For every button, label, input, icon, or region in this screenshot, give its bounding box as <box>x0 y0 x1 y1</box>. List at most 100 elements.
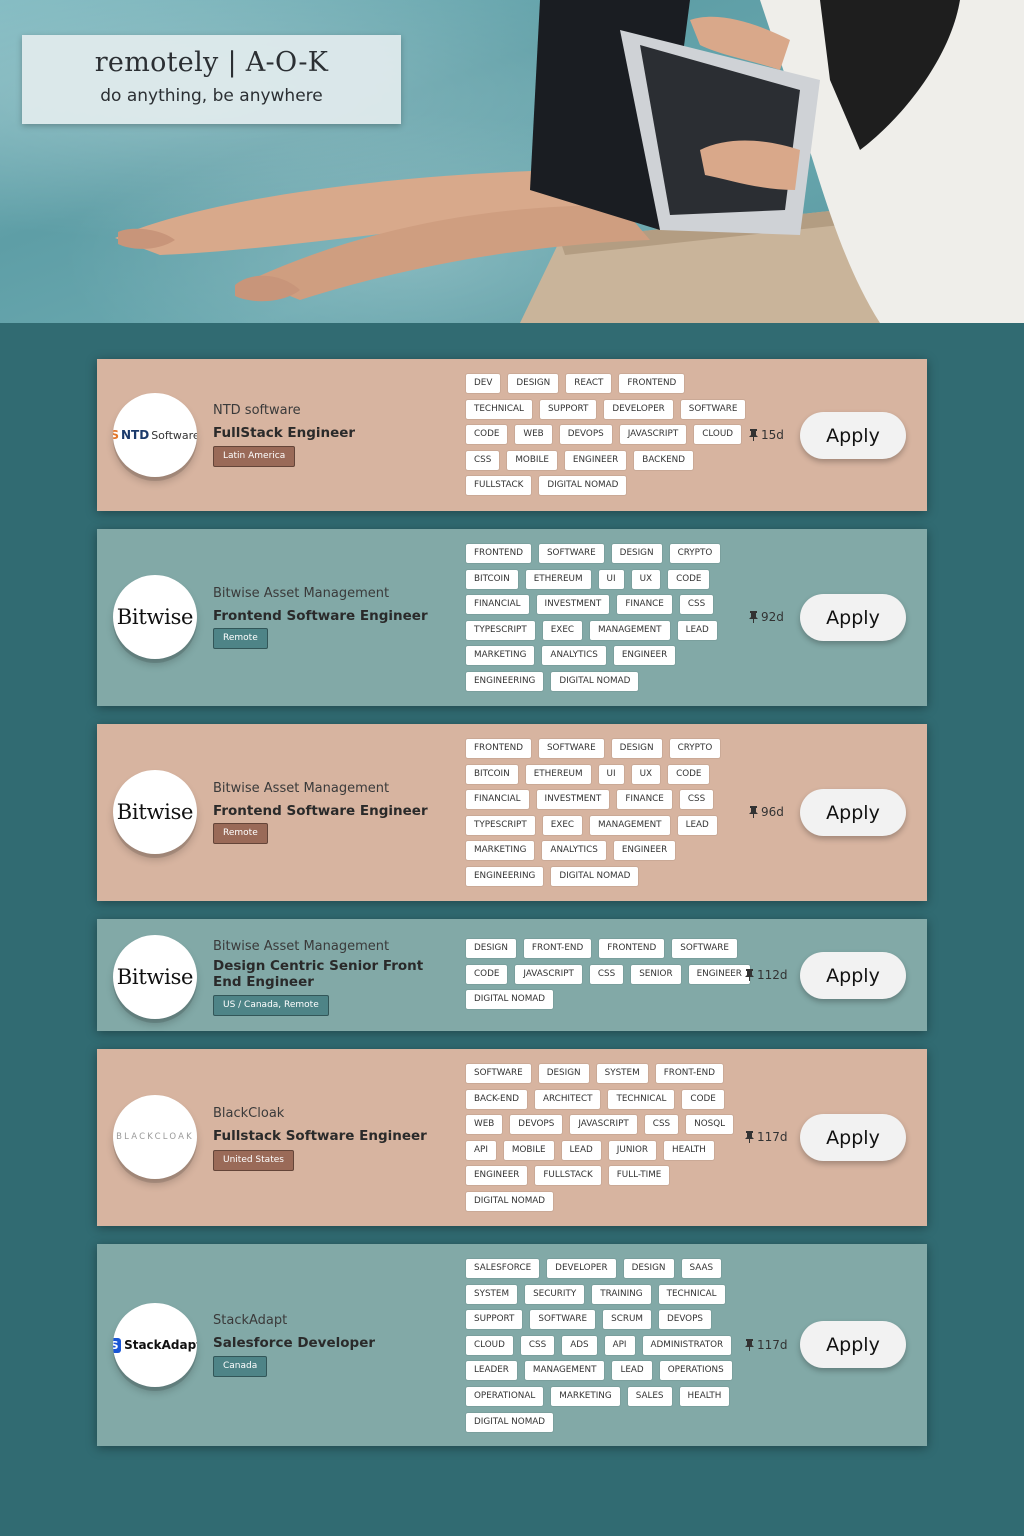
tag-chip[interactable]: MANAGEMENT <box>590 620 670 640</box>
tag-chip[interactable]: CSS <box>679 595 714 615</box>
tag-chip[interactable]: CSS <box>466 450 500 470</box>
tag-chip[interactable]: INVESTMENT <box>536 790 610 810</box>
tag-chip[interactable]: MANAGEMENT <box>524 1361 605 1381</box>
tag-chip[interactable]: DEVELOPER <box>604 399 673 419</box>
tag-chip[interactable]: JAVASCRIPT <box>570 1115 637 1135</box>
tag-chip[interactable]: DESIGN <box>623 1259 674 1278</box>
tag-chip[interactable]: DIGITAL NOMAD <box>466 1191 554 1211</box>
tag-chip[interactable]: FULLSTACK <box>535 1166 601 1186</box>
tag-chip[interactable]: DESIGN <box>611 544 662 563</box>
apply-button[interactable]: Apply <box>800 1321 906 1368</box>
tag-chip[interactable]: MOBILE <box>507 450 557 470</box>
tag-chip[interactable]: MANAGEMENT <box>590 815 670 835</box>
tag-chip[interactable]: SYSTEM <box>596 1064 648 1083</box>
tag-chip[interactable]: CODE <box>466 964 508 984</box>
tag-chip[interactable]: ENGINEER <box>613 841 676 861</box>
tag-chip[interactable]: ETHEREUM <box>525 764 591 784</box>
tag-chip[interactable]: CODE <box>668 569 710 589</box>
tag-chip[interactable]: UX <box>631 569 661 589</box>
tag-chip[interactable]: CODE <box>466 425 508 445</box>
tag-chip[interactable]: CSS <box>679 790 714 810</box>
tag-chip[interactable]: ANALYTICS <box>542 841 606 861</box>
tag-chip[interactable]: JAVASCRIPT <box>619 425 687 445</box>
tag-chip[interactable]: EXEC <box>542 620 583 640</box>
tag-chip[interactable]: ADS <box>562 1335 597 1355</box>
tag-chip[interactable]: BACK-END <box>466 1089 527 1109</box>
tag-chip[interactable]: REACT <box>566 374 612 393</box>
tag-chip[interactable]: WEB <box>466 1115 503 1135</box>
tag-chip[interactable]: UX <box>631 764 661 784</box>
tag-chip[interactable]: API <box>604 1335 635 1355</box>
tag-chip[interactable]: FULLSTACK <box>466 476 532 496</box>
tag-chip[interactable]: JAVASCRIPT <box>515 964 582 984</box>
tag-chip[interactable]: ENGINEERING <box>466 671 544 691</box>
tag-chip[interactable]: DEV <box>466 374 501 393</box>
job-title[interactable]: Frontend Software Engineer <box>213 608 438 624</box>
tag-chip[interactable]: DEVOPS <box>658 1310 711 1330</box>
tag-chip[interactable]: DIGITAL NOMAD <box>551 866 639 886</box>
tag-chip[interactable]: TECHNICAL <box>466 399 532 419</box>
tag-chip[interactable]: HEALTH <box>679 1386 730 1406</box>
tag-chip[interactable]: FRONTEND <box>466 739 531 758</box>
apply-button[interactable]: Apply <box>800 594 906 641</box>
tag-chip[interactable]: TYPESCRIPT <box>466 620 535 640</box>
tag-chip[interactable]: HEALTH <box>664 1140 714 1160</box>
tag-chip[interactable]: WEB <box>515 425 552 445</box>
tag-chip[interactable]: ADMINISTRATOR <box>642 1335 732 1355</box>
tag-chip[interactable]: OPERATIONS <box>659 1361 732 1381</box>
job-title[interactable]: Frontend Software Engineer <box>213 803 438 819</box>
tag-chip[interactable]: CODE <box>668 764 710 784</box>
tag-chip[interactable]: TRAINING <box>592 1284 651 1304</box>
tag-chip[interactable]: SENIOR <box>631 964 681 984</box>
tag-chip[interactable]: FRONTEND <box>619 374 685 393</box>
tag-chip[interactable]: ENGINEER <box>688 964 750 984</box>
tag-chip[interactable]: JUNIOR <box>608 1140 657 1160</box>
tag-chip[interactable]: ENGINEER <box>564 450 627 470</box>
tag-chip[interactable]: MARKETING <box>466 841 535 861</box>
tag-chip[interactable]: ENGINEERING <box>466 866 544 886</box>
tag-chip[interactable]: SOFTWARE <box>466 1064 531 1083</box>
tag-chip[interactable]: DIGITAL NOMAD <box>551 671 639 691</box>
tag-chip[interactable]: DEVELOPER <box>547 1259 616 1278</box>
tag-chip[interactable]: FRONT-END <box>523 939 592 958</box>
tag-chip[interactable]: LEAD <box>677 815 717 835</box>
apply-button[interactable]: Apply <box>800 789 906 836</box>
tag-chip[interactable]: CLOUD <box>466 1335 513 1355</box>
tag-chip[interactable]: TECHNICAL <box>658 1284 725 1304</box>
tag-chip[interactable]: SALES <box>627 1386 672 1406</box>
tag-chip[interactable]: TECHNICAL <box>608 1089 675 1109</box>
tag-chip[interactable]: OPERATIONAL <box>466 1386 544 1406</box>
job-title[interactable]: Fullstack Software Engineer <box>213 1128 438 1144</box>
tag-chip[interactable]: UI <box>598 764 624 784</box>
tag-chip[interactable]: LEAD <box>677 620 717 640</box>
tag-chip[interactable]: LEADER <box>466 1361 517 1381</box>
tag-chip[interactable]: UI <box>598 569 624 589</box>
tag-chip[interactable]: DESIGN <box>508 374 559 393</box>
tag-chip[interactable]: FINANCE <box>617 595 672 615</box>
job-title[interactable]: Salesforce Developer <box>213 1335 438 1351</box>
tag-chip[interactable]: SECURITY <box>525 1284 585 1304</box>
tag-chip[interactable]: DESIGN <box>538 1064 589 1083</box>
tag-chip[interactable]: CSS <box>520 1335 555 1355</box>
tag-chip[interactable]: CSS <box>589 964 624 984</box>
tag-chip[interactable]: SCRUM <box>603 1310 651 1330</box>
tag-chip[interactable]: DESIGN <box>611 739 662 758</box>
tag-chip[interactable]: CSS <box>644 1115 679 1135</box>
tag-chip[interactable]: SOFTWARE <box>680 399 746 419</box>
tag-chip[interactable]: NOSQL <box>686 1115 734 1135</box>
tag-chip[interactable]: SUPPORT <box>466 1310 523 1330</box>
tag-chip[interactable]: LEAD <box>612 1361 652 1381</box>
tag-chip[interactable]: DESIGN <box>466 939 516 958</box>
tag-chip[interactable]: ANALYTICS <box>542 646 606 666</box>
tag-chip[interactable]: FINANCIAL <box>466 790 529 810</box>
apply-button[interactable]: Apply <box>800 952 906 999</box>
tag-chip[interactable]: INVESTMENT <box>536 595 610 615</box>
tag-chip[interactable]: SOFTWARE <box>538 544 604 563</box>
tag-chip[interactable]: DIGITAL NOMAD <box>539 476 627 496</box>
tag-chip[interactable]: CLOUD <box>694 425 742 445</box>
tag-chip[interactable]: FRONTEND <box>466 544 531 563</box>
job-title[interactable]: Design Centric Senior Front End Engineer <box>213 958 438 990</box>
tag-chip[interactable]: DEVOPS <box>559 425 612 445</box>
tag-chip[interactable]: FRONTEND <box>599 939 665 958</box>
tag-chip[interactable]: SAAS <box>681 1259 722 1278</box>
